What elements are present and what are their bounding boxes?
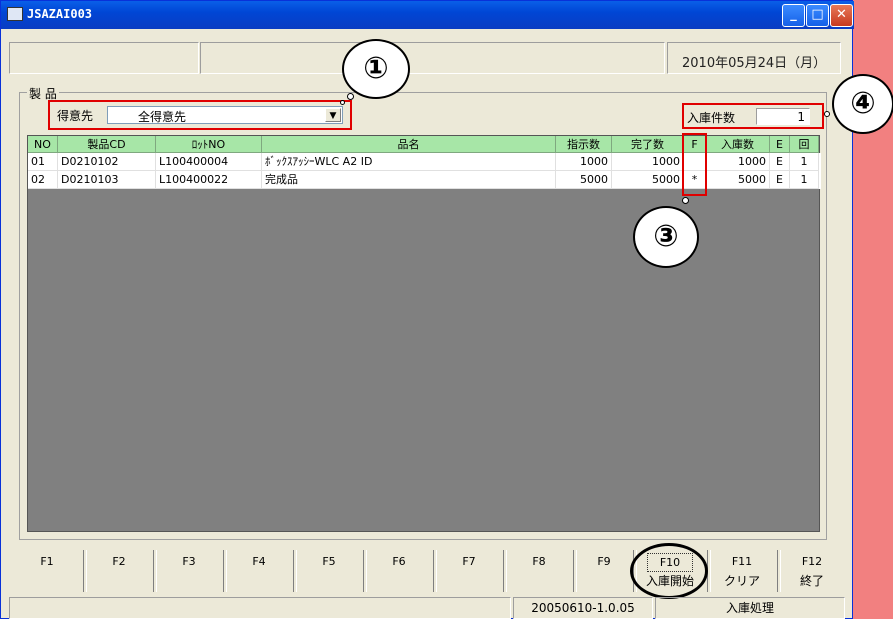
customer-label: 得意先	[57, 109, 94, 123]
chevron-down-icon[interactable]: ▼	[325, 108, 341, 122]
callout-1-tail	[347, 93, 354, 100]
f4-key[interactable]: F4	[225, 550, 293, 594]
callout-4-tail	[824, 111, 830, 117]
f9-key[interactable]: F9	[575, 550, 633, 594]
cell-lot: L100400004	[156, 153, 262, 171]
f6-key[interactable]: F6	[365, 550, 433, 594]
f12-action-label: 終了	[799, 574, 824, 588]
f10-highlight-circle	[630, 543, 708, 599]
f4-key-label: F4	[252, 555, 266, 568]
cell-no: 02	[28, 171, 58, 189]
column-header-received[interactable]: 入庫数	[706, 136, 770, 153]
f11-key-label: F11	[731, 555, 753, 568]
callout-3: ③	[633, 206, 699, 268]
cell-name: 完成品	[262, 171, 556, 189]
column-header-instructed[interactable]: 指示数	[556, 136, 612, 153]
callout-3-tail	[682, 197, 689, 204]
window-title: JSAZAI003	[27, 7, 93, 21]
header-panel-middle	[200, 42, 665, 74]
close-button[interactable]: ✕	[830, 4, 853, 27]
column-header-no[interactable]: NO	[28, 136, 58, 153]
cell-no: 01	[28, 153, 58, 171]
status-panel-left	[9, 597, 511, 619]
cell-code: D0210102	[58, 153, 156, 171]
header-date-panel: 2010年05月24日（月）	[667, 42, 841, 74]
maximize-icon: □	[811, 7, 824, 22]
cell-completed: 1000	[612, 153, 684, 171]
maximize-button[interactable]: □	[806, 4, 829, 27]
cell-lot: L100400022	[156, 171, 262, 189]
column-header-name[interactable]: 品名	[262, 136, 556, 153]
f-column-highlight	[682, 133, 707, 196]
column-header-completed[interactable]: 完了数	[612, 136, 684, 153]
customer-select[interactable]: 全得意先 ▼	[107, 106, 343, 124]
f8-key-label: F8	[532, 555, 546, 568]
cell-received: 5000	[706, 171, 770, 189]
cell-e: E	[770, 153, 790, 171]
cell-instructed: 1000	[556, 153, 612, 171]
f5-key-label: F5	[322, 555, 336, 568]
f11-action-label: クリア	[723, 574, 760, 588]
count-field[interactable]: 1	[756, 108, 810, 125]
f2-key-label: F2	[112, 555, 126, 568]
callout-1-tail	[340, 100, 345, 105]
f8-key[interactable]: F8	[505, 550, 573, 594]
cell-times: 1	[790, 153, 819, 171]
f7-key-label: F7	[462, 555, 476, 568]
minimize-icon: _	[790, 7, 797, 22]
date-display: 2010年05月24日（月）	[682, 56, 827, 71]
f3-key-label: F3	[182, 555, 196, 568]
close-icon: ✕	[836, 7, 847, 22]
cell-name: ﾎﾞｯｸｽｱｯｼｰWLC A2 ID	[262, 153, 556, 171]
cell-received: 1000	[706, 153, 770, 171]
column-header-lot[interactable]: ﾛｯﾄNO	[156, 136, 262, 153]
title-bar[interactable]: JSAZAI003 _ □ ✕	[1, 1, 854, 29]
column-header-e[interactable]: E	[770, 136, 790, 153]
f1-key-label: F1	[40, 555, 54, 568]
customer-select-value: 全得意先	[138, 110, 187, 124]
f2-key[interactable]: F2	[85, 550, 153, 594]
version-panel: 20050610-1.0.05	[513, 597, 653, 619]
minimize-button[interactable]: _	[782, 4, 805, 27]
f11-key[interactable]: F11 クリア	[709, 550, 775, 594]
mode-text: 入庫処理	[725, 601, 774, 615]
header-panel-left	[9, 42, 199, 74]
version-text: 20050610-1.0.05	[531, 601, 635, 615]
f7-key[interactable]: F7	[435, 550, 503, 594]
cell-e: E	[770, 171, 790, 189]
cell-instructed: 5000	[556, 171, 612, 189]
count-label: 入庫件数	[687, 111, 736, 125]
app-icon	[7, 7, 23, 21]
f6-key-label: F6	[392, 555, 406, 568]
callout-1: ①	[342, 39, 410, 99]
f5-key[interactable]: F5	[295, 550, 363, 594]
f12-key[interactable]: F12 終了	[779, 550, 845, 594]
column-header-code[interactable]: 製品CD	[58, 136, 156, 153]
cell-code: D0210103	[58, 171, 156, 189]
column-header-times[interactable]: 回	[790, 136, 819, 153]
count-value: 1	[797, 110, 805, 124]
f1-key[interactable]: F1	[13, 550, 81, 594]
mode-panel: 入庫処理	[655, 597, 845, 619]
cell-times: 1	[790, 171, 819, 189]
f12-key-label: F12	[801, 555, 823, 568]
f3-key[interactable]: F3	[155, 550, 223, 594]
callout-4: ④	[832, 74, 893, 134]
f9-key-label: F9	[597, 555, 611, 568]
app-window: JSAZAI003 _ □ ✕ 2010年05月24日（月） 製 品 得意先 全…	[0, 0, 854, 619]
cell-completed: 5000	[612, 171, 684, 189]
